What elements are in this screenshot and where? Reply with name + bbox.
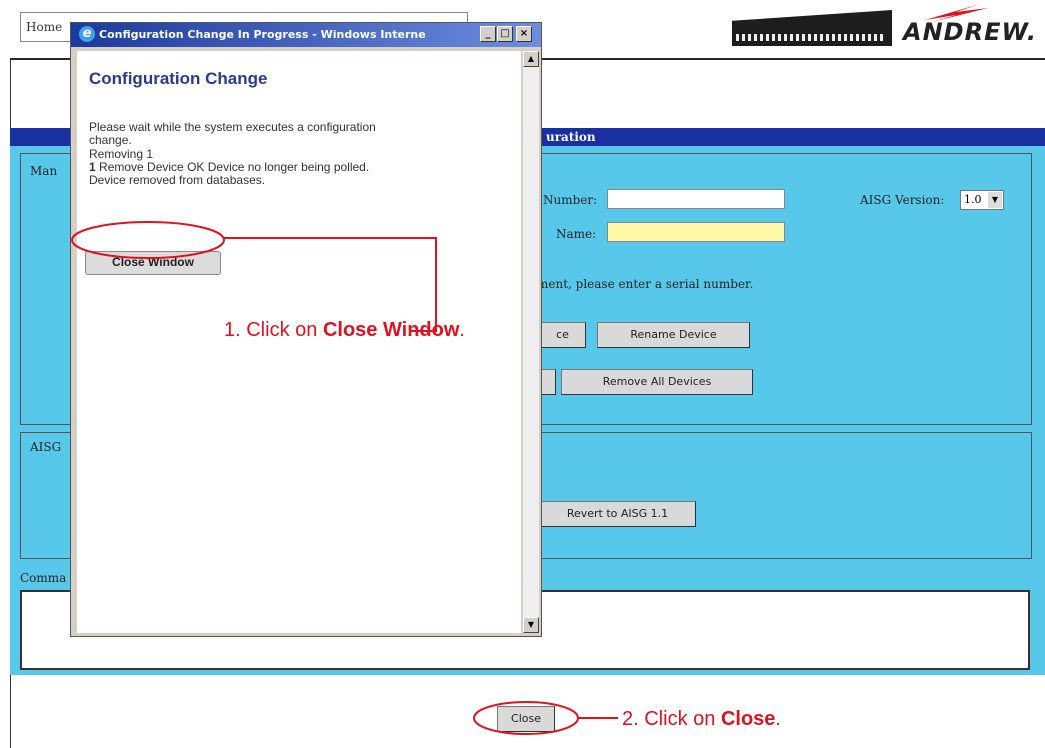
andrew-logo: ANDREW. <box>903 18 1037 46</box>
rename-device-button[interactable]: Rename Device <box>597 322 750 348</box>
dialog-heading: Configuration Change <box>89 69 268 88</box>
chevron-down-icon: ▼ <box>988 192 1002 208</box>
dialog-window-title: Configuration Change In Progress - Windo… <box>99 28 426 41</box>
scroll-up-icon[interactable]: ▲ <box>523 51 539 67</box>
close-window-button[interactable]: Close Window <box>85 251 221 275</box>
serial-hint-text: ment, please enter a serial number. <box>537 277 754 291</box>
step2-annotation: 2. Click on Close. <box>622 708 781 731</box>
dialog-scrollbar[interactable]: ▲ ▼ <box>523 51 539 633</box>
internet-explorer-icon: e <box>79 26 95 42</box>
result-text: Remove Device OK Device no longer being … <box>99 160 370 174</box>
step2-suffix: . <box>775 708 781 730</box>
serial-number-label: Number: <box>543 193 598 207</box>
step1-prefix: 1. Click on <box>224 319 323 341</box>
dialog-message-line1: Please wait while the system executes a … <box>89 120 376 134</box>
serial-number-input[interactable] <box>607 189 785 209</box>
add-device-button[interactable]: ce <box>540 322 586 348</box>
dialog-message-line2: change. <box>89 133 132 147</box>
close-icon[interactable]: × <box>516 26 532 42</box>
close-button[interactable]: Close <box>497 706 555 732</box>
step2-prefix: 2. Click on <box>622 708 721 730</box>
step2-bold: Close <box>720 708 776 730</box>
aisg-version-value: 1.0 <box>964 193 982 206</box>
step1-bold: Close Window <box>322 319 460 341</box>
revert-aisg-button[interactable]: Revert to AISG 1.1 <box>540 501 696 527</box>
maximize-icon[interactable]: □ <box>497 26 513 42</box>
scroll-down-icon[interactable]: ▼ <box>523 617 539 633</box>
page-title: uration <box>546 130 596 144</box>
manage-legend: Man <box>30 164 58 178</box>
remove-device-button[interactable] <box>540 369 556 395</box>
dialog-content: Configuration Change Please wait while t… <box>77 51 521 633</box>
result-number: 1 <box>89 160 96 174</box>
name-label: Name: <box>556 227 597 241</box>
result-line2: Device removed from databases. <box>89 173 266 187</box>
remove-all-devices-button[interactable]: Remove All Devices <box>561 369 753 395</box>
step1-suffix: . <box>459 319 465 341</box>
command-label: Comma <box>20 571 67 585</box>
aisg-legend: AISG <box>30 440 62 454</box>
device-name-input[interactable] <box>607 222 785 242</box>
aisg-version-label: AISG Version: <box>860 193 945 207</box>
aisg-version-select[interactable]: 1.0 ▼ <box>960 190 1004 210</box>
minimize-icon[interactable]: _ <box>480 26 496 42</box>
dialog-title-bar[interactable]: e Configuration Change In Progress - Win… <box>71 23 541 47</box>
device-ports-image <box>736 34 886 41</box>
step1-annotation: 1. Click on Close Window. <box>224 319 465 342</box>
